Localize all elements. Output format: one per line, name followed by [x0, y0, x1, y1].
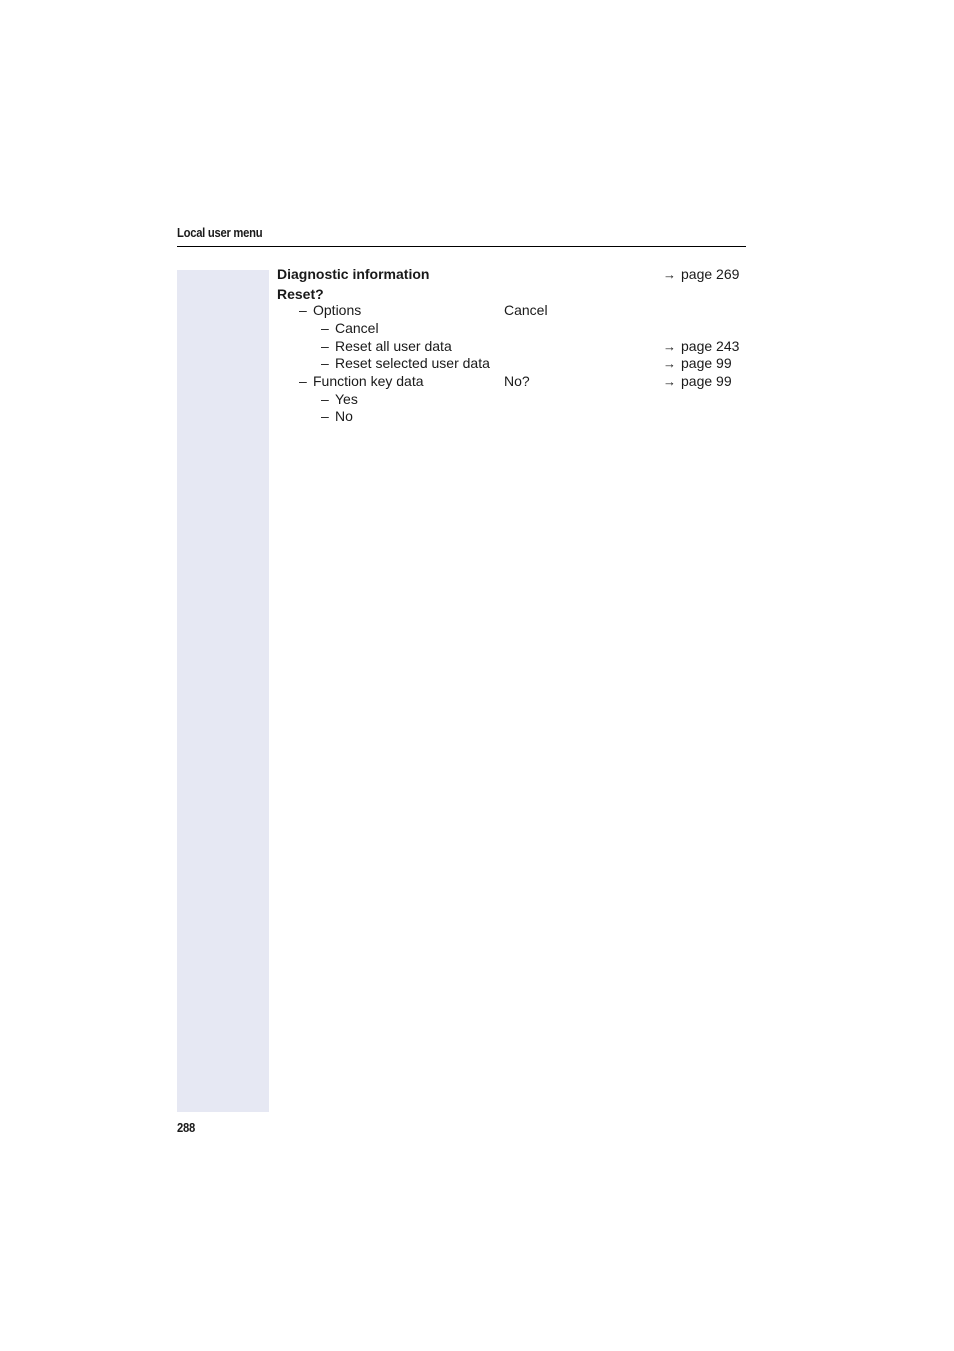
- function-key-page-ref[interactable]: → page 99: [663, 373, 732, 390]
- option-yes: – Yes: [321, 391, 358, 408]
- function-key-label: Function key data: [313, 373, 424, 389]
- dash-bullet: –: [299, 302, 307, 318]
- dash-bullet: –: [321, 320, 329, 336]
- reset-selected-page-ref[interactable]: → page 99: [663, 355, 732, 372]
- reset-heading: Reset?: [277, 286, 324, 302]
- diagnostic-information-heading: Diagnostic information: [277, 266, 430, 282]
- arrow-right-icon: →: [663, 374, 676, 389]
- option-no: – No: [321, 408, 353, 425]
- function-key-data-item: – Function key data: [299, 373, 424, 390]
- running-header: Local user menu: [177, 226, 263, 240]
- page-ref-text: page 269: [681, 266, 740, 282]
- option-label: No: [335, 408, 353, 424]
- option-label: Reset selected user data: [335, 355, 490, 371]
- dash-bullet: –: [321, 408, 329, 424]
- option-label: Cancel: [335, 320, 379, 336]
- options-label: Options: [313, 302, 362, 318]
- options-default-value: Cancel: [504, 302, 548, 318]
- dash-bullet: –: [321, 355, 329, 371]
- option-label: Reset all user data: [335, 338, 452, 354]
- page-ref-text: page 99: [681, 355, 732, 371]
- function-key-default-value: No?: [504, 373, 530, 389]
- margin-sidebar: [177, 270, 269, 1112]
- option-reset-all-user-data: – Reset all user data: [321, 338, 452, 355]
- header-divider: [177, 246, 746, 247]
- dash-bullet: –: [321, 338, 329, 354]
- dash-bullet: –: [321, 391, 329, 407]
- page-number: 288: [177, 1121, 195, 1135]
- page-ref-text: page 243: [681, 338, 740, 354]
- reset-all-page-ref[interactable]: → page 243: [663, 338, 739, 355]
- option-cancel: – Cancel: [321, 320, 379, 337]
- option-label: Yes: [335, 391, 358, 407]
- arrow-right-icon: →: [663, 339, 676, 354]
- arrow-right-icon: →: [663, 356, 676, 371]
- dash-bullet: –: [299, 373, 307, 389]
- options-item: – Options: [299, 302, 361, 319]
- arrow-right-icon: →: [663, 267, 676, 282]
- option-reset-selected-user-data: – Reset selected user data: [321, 355, 490, 372]
- page-ref-text: page 99: [681, 373, 732, 389]
- diagnostic-page-ref[interactable]: → page 269: [663, 266, 739, 283]
